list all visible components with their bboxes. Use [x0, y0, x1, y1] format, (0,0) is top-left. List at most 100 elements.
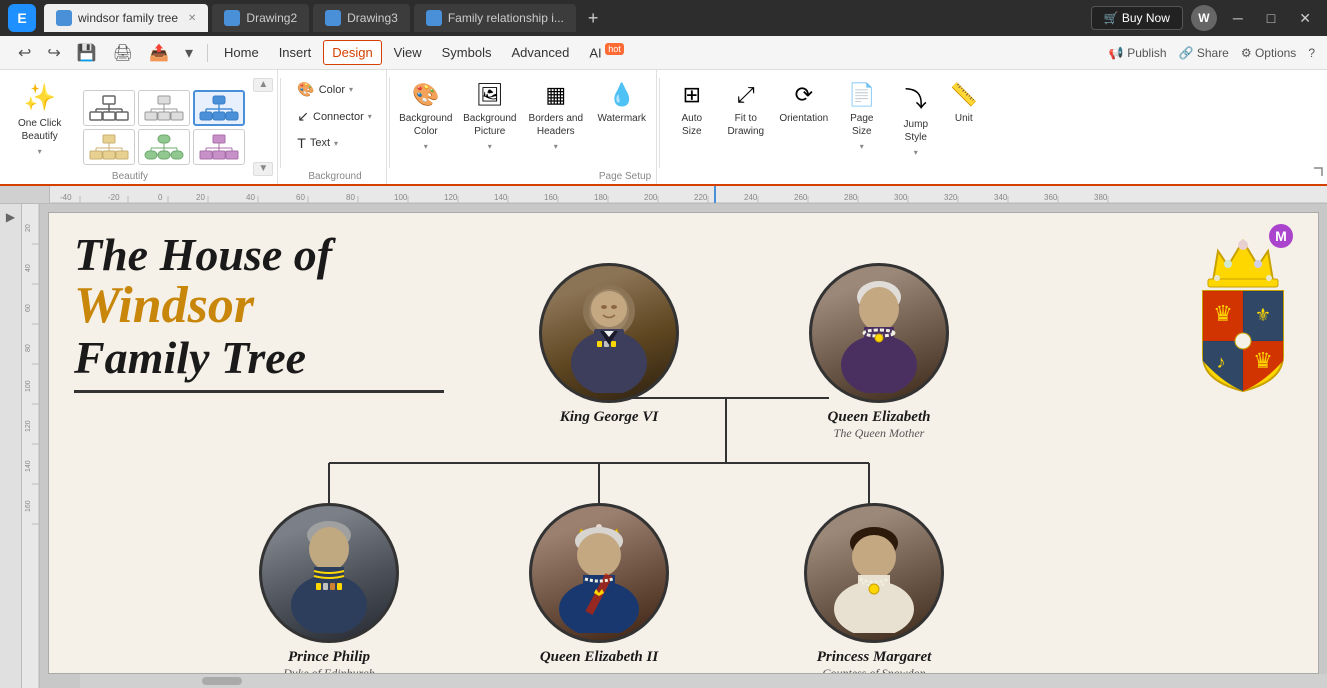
svg-text:60: 60: [25, 304, 32, 312]
menu-advanced[interactable]: Advanced: [503, 41, 577, 64]
text-button[interactable]: T Text ▾: [289, 132, 380, 154]
color-caret: ▾: [349, 85, 353, 94]
svg-text:220: 220: [694, 193, 708, 202]
elizabeth2-person: Queen Elizabeth II: [529, 503, 669, 666]
prince-philip-person: Prince Philip Duke of Edinburgh: [259, 503, 399, 674]
color-button[interactable]: 🎨 Color ▾: [289, 78, 380, 101]
beautify-scroll-up[interactable]: ▲: [253, 78, 273, 92]
drawing-canvas[interactable]: The House of Windsor Family Tree: [48, 212, 1319, 674]
ai-hot-badge: hot: [605, 43, 624, 55]
margaret-person: Princess Margaret Countess of Snowdon: [804, 503, 944, 674]
print-button[interactable]: 🖨: [107, 41, 139, 65]
auto-size-icon: ⊞: [683, 82, 701, 108]
title-section: The House of Windsor Family Tree: [74, 231, 444, 393]
menu-insert[interactable]: Insert: [271, 41, 320, 64]
menu-view[interactable]: View: [386, 41, 430, 64]
auto-size-button[interactable]: ⊞ AutoSize: [666, 76, 718, 160]
tab-close-windsor[interactable]: ✕: [188, 13, 196, 24]
svg-text:140: 140: [25, 460, 32, 472]
tab-icon-drawing3: [325, 10, 341, 26]
save-button[interactable]: 💾: [71, 41, 103, 65]
ribbon-expand[interactable]: [1313, 166, 1323, 180]
share-link[interactable]: 🔗 Share: [1179, 46, 1229, 60]
publish-link[interactable]: 📢 Publish: [1109, 46, 1167, 60]
george-vi-person: King George VI: [539, 263, 679, 426]
menu-separator-1: [207, 44, 208, 62]
scrollbar-thumb-h[interactable]: [202, 677, 242, 685]
close-button[interactable]: ✕: [1291, 10, 1319, 27]
bg-color-caret: ▾: [424, 142, 428, 151]
svg-text:300: 300: [894, 193, 908, 202]
bg-color-button[interactable]: 🎨 BackgroundColor ▾: [396, 76, 456, 160]
svg-text:0: 0: [158, 193, 163, 202]
fit-to-drawing-button[interactable]: ⤢ Fit toDrawing: [720, 76, 772, 160]
unit-button[interactable]: 📏 Unit: [944, 76, 984, 160]
menu-ai[interactable]: AI hot: [581, 40, 631, 64]
watermark-button[interactable]: 💧 Watermark: [592, 76, 652, 160]
beautify-style-1[interactable]: [83, 90, 135, 126]
redo-button[interactable]: ↪: [41, 41, 66, 65]
export-arrow[interactable]: ▾: [179, 41, 199, 65]
svg-text:40: 40: [25, 264, 32, 272]
borders-caret: ▾: [554, 142, 558, 151]
page-size-button[interactable]: 📄 PageSize ▾: [836, 76, 888, 160]
svg-text:180: 180: [594, 193, 608, 202]
tab-windsor[interactable]: windsor family tree ✕: [44, 4, 208, 32]
undo-button[interactable]: ↩: [12, 41, 37, 65]
one-click-beautify-button[interactable]: ✨ One ClickBeautify ▾: [8, 76, 71, 162]
beautify-style-5[interactable]: [138, 129, 190, 165]
vertical-ruler: 20 40 60 80 100 120 140 160: [22, 204, 40, 688]
background-group: 🎨 BackgroundColor ▾ 🖼 BackgroundPicture …: [392, 70, 657, 184]
beautify-style-3[interactable]: [193, 90, 245, 126]
beautify-scroll: ▲ ▼: [249, 70, 277, 184]
beautify-style-6[interactable]: [193, 129, 245, 165]
tab-icon-family-rel: [426, 10, 442, 26]
help-link[interactable]: ?: [1308, 46, 1315, 60]
margaret-title: Countess of Snowdon: [804, 666, 944, 674]
queen-mother-name: Queen Elizabeth: [809, 409, 949, 426]
svg-text:♪: ♪: [1217, 352, 1226, 372]
bg-color-label: BackgroundColor: [399, 112, 452, 138]
borders-button[interactable]: ▦ Borders andHeaders ▾: [524, 76, 588, 160]
sidebar-toggle-button[interactable]: ▶: [6, 210, 15, 224]
elizabeth2-label: Queen Elizabeth II: [529, 649, 669, 666]
beautify-scroll-down[interactable]: ▼: [253, 162, 273, 176]
svg-text:320: 320: [944, 193, 958, 202]
tab-drawing3[interactable]: Drawing3: [313, 4, 410, 32]
ribbon-divider-2: [389, 78, 390, 168]
maximize-button[interactable]: □: [1259, 10, 1283, 26]
minimize-button[interactable]: ─: [1225, 10, 1251, 26]
one-click-label: One ClickBeautify: [18, 117, 61, 143]
tab-add-button[interactable]: +: [580, 8, 607, 29]
beautify-style-2[interactable]: [138, 90, 190, 126]
prince-philip-label: Prince Philip Duke of Edinburgh: [259, 649, 399, 674]
menu-bar: ↩ ↪ 💾 🖨 📤 ▾ Home Insert Design View Symb…: [0, 36, 1327, 70]
tab-family-rel[interactable]: Family relationship i...: [414, 4, 576, 32]
horizontal-scrollbar[interactable]: [80, 674, 1327, 688]
bg-picture-button[interactable]: 🖼 BackgroundPicture ▾: [460, 76, 520, 160]
svg-text:♛: ♛: [1253, 348, 1273, 373]
jump-style-label: JumpStyle: [904, 118, 928, 144]
orientation-button[interactable]: ⟳ Orientation: [774, 76, 834, 160]
buy-now-button[interactable]: 🛒 Buy Now: [1091, 6, 1183, 30]
svg-text:20: 20: [25, 224, 32, 232]
menu-symbols[interactable]: Symbols: [434, 41, 500, 64]
menu-home[interactable]: Home: [216, 41, 267, 64]
user-avatar[interactable]: W: [1191, 5, 1217, 31]
canvas-area[interactable]: The House of Windsor Family Tree: [40, 204, 1327, 688]
windsor-title: Windsor: [74, 279, 444, 334]
tab-drawing2[interactable]: Drawing2: [212, 4, 309, 32]
export-button[interactable]: 📤: [143, 41, 175, 65]
jump-style-button[interactable]: ⤵ JumpStyle ▾: [890, 76, 942, 160]
ribbon-divider-1: [280, 78, 281, 168]
main-area: ▶ 20 40 60 80 100 120 140 160: [0, 204, 1327, 688]
connector-button[interactable]: ↙ Connector ▾: [289, 105, 380, 128]
svg-text:80: 80: [25, 344, 32, 352]
bg-picture-caret: ▾: [488, 142, 492, 151]
svg-text:-20: -20: [108, 193, 120, 202]
beautify-style-4[interactable]: [83, 129, 135, 165]
options-link[interactable]: ⚙ Options: [1241, 46, 1296, 60]
tab-icon-drawing2: [224, 10, 240, 26]
family-tree-title: Family Tree: [74, 334, 444, 382]
menu-design[interactable]: Design: [323, 40, 381, 65]
